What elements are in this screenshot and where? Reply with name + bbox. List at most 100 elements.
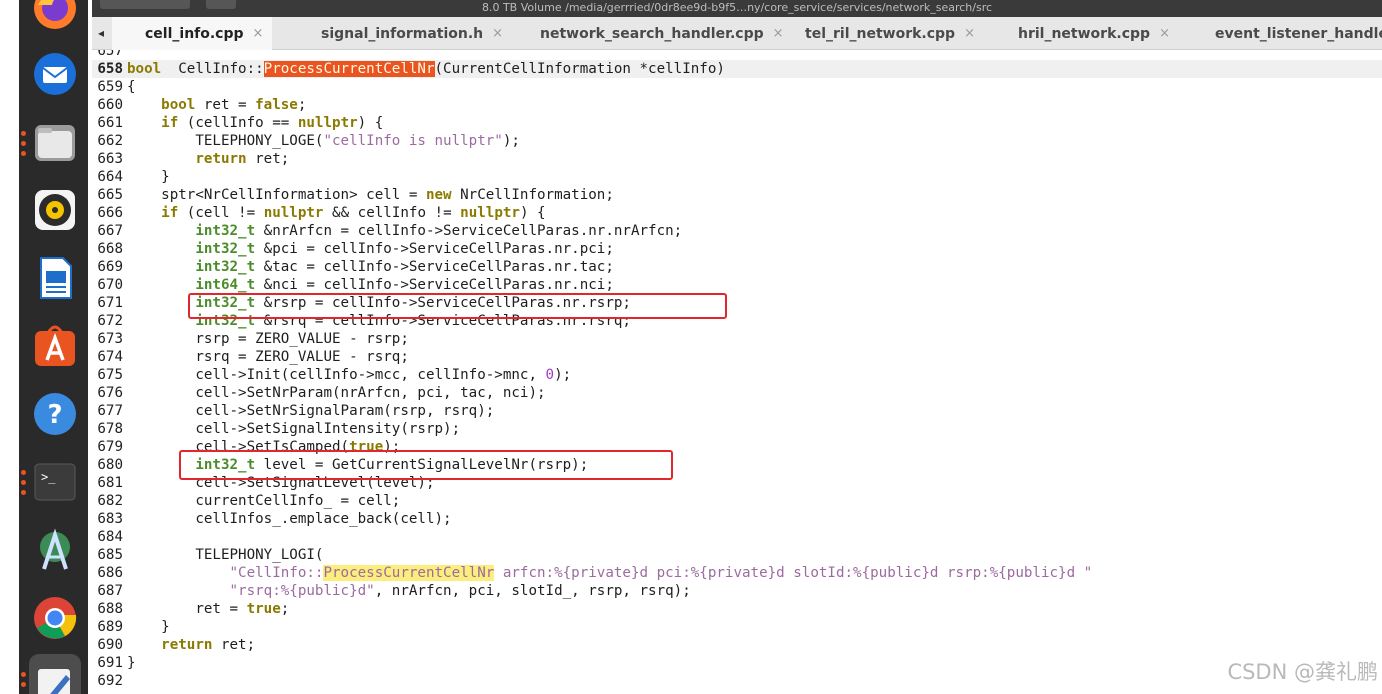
tab-signal-information-h[interactable]: signal_information.h × <box>288 17 503 50</box>
tab-hril-network-cpp[interactable]: hril_network.cpp × <box>985 17 1170 50</box>
code-line[interactable]: 687 "rsrq:%{public}d", nrArfcn, pci, slo… <box>92 582 1382 600</box>
line-number: 683 <box>97 511 123 527</box>
code-line[interactable]: 665 sptr<NrCellInformation> cell = new N… <box>92 186 1382 204</box>
code-line[interactable]: 685 TELEPHONY_LOGI( <box>92 546 1382 564</box>
code-token: } <box>127 655 136 671</box>
help-icon[interactable]: ? <box>29 388 81 440</box>
line-number: 688 <box>97 601 123 617</box>
code-text: } <box>127 618 170 636</box>
line-number: 658 <box>97 61 123 77</box>
android-studio-icon[interactable] <box>29 524 81 576</box>
code-token: { <box>127 79 136 95</box>
code-line[interactable]: 667 int32_t &nrArfcn = cellInfo->Service… <box>92 222 1382 240</box>
code-line[interactable]: 666 if (cell != nullptr && cellInfo != n… <box>92 204 1382 222</box>
code-token: } <box>127 619 170 635</box>
line-number: 681 <box>97 475 123 491</box>
line-number: 678 <box>97 421 123 437</box>
code-line[interactable]: 686 "CellInfo::ProcessCurrentCellNr arfc… <box>92 564 1382 582</box>
code-line[interactable]: 691} <box>92 654 1382 672</box>
code-token: (cell != <box>178 205 264 221</box>
line-number: 659 <box>97 79 123 95</box>
code-line[interactable]: 689 } <box>92 618 1382 636</box>
code-line[interactable]: 688 ret = true; <box>92 600 1382 618</box>
code-text: } <box>127 654 136 672</box>
chrome-icon[interactable] <box>29 592 81 644</box>
tab-close-icon[interactable]: × <box>1159 26 1170 41</box>
code-line[interactable]: 677 cell->SetNrSignalParam(rsrp, rsrq); <box>92 402 1382 420</box>
code-token: ProcessCurrentCellNr <box>323 565 495 581</box>
code-line[interactable]: 657 <box>92 50 1382 60</box>
code-line[interactable]: 673 rsrp = ZERO_VALUE - rsrp; <box>92 330 1382 348</box>
code-line[interactable]: 658 bool CellInfo::ProcessCurrentCellNr(C… <box>92 60 1382 78</box>
code-token: int64_t <box>195 277 256 293</box>
tab-network-search-handler-cpp[interactable]: network_search_handler.cpp × <box>507 17 784 50</box>
code-text: ret = true; <box>127 600 289 618</box>
code-line[interactable]: 678 cell->SetSignalIntensity(rsrp); <box>92 420 1382 438</box>
tab-scroll-left-icon[interactable]: ◂ <box>98 26 104 40</box>
line-number: 661 <box>97 115 123 131</box>
code-text: cell->SetSignalIntensity(rsrp); <box>127 420 460 438</box>
line-number: 690 <box>97 637 123 653</box>
code-line[interactable]: 668 int32_t &pci = cellInfo->ServiceCell… <box>92 240 1382 258</box>
files-icon[interactable] <box>29 116 81 168</box>
code-line[interactable]: 662 TELEPHONY_LOGE("cellInfo is nullptr"… <box>92 132 1382 150</box>
code-token: rsrq = ZERO_VALUE - rsrq; <box>127 349 409 365</box>
code-text: int32_t &pci = cellInfo->ServiceCellPara… <box>127 240 614 258</box>
code-token: } <box>127 169 170 185</box>
line-number: 676 <box>97 385 123 401</box>
highlight-box-level <box>179 450 673 480</box>
libreoffice-writer-icon[interactable] <box>29 252 81 304</box>
code-line[interactable]: 676 cell->SetNrParam(nrArfcn, pci, tac, … <box>92 384 1382 402</box>
terminal-icon[interactable]: >_ <box>29 456 81 508</box>
code-line[interactable]: 683 cellInfos_.emplace_back(cell); <box>92 510 1382 528</box>
code-line[interactable]: 661 if (cellInfo == nullptr) { <box>92 114 1382 132</box>
watermark: CSDN @龚礼鹏 <box>1227 660 1378 684</box>
code-line[interactable]: 690 return ret; <box>92 636 1382 654</box>
code-line[interactable]: 675 cell->Init(cellInfo->mcc, cellInfo->… <box>92 366 1382 384</box>
code-line[interactable]: 663 return ret; <box>92 150 1382 168</box>
tab-event-listener-handler-cp[interactable]: event_listener_handler.cp <box>1182 17 1382 50</box>
thunderbird-icon[interactable] <box>29 48 81 100</box>
code-token: "cellInfo is nullptr" <box>323 133 503 149</box>
code-token: int32_t <box>195 259 256 275</box>
firefox-icon[interactable] <box>29 0 81 34</box>
code-line[interactable]: 659{ <box>92 78 1382 96</box>
tab-label: network_search_handler.cpp <box>540 25 764 42</box>
tab-label: tel_ril_network.cpp <box>805 25 956 42</box>
code-text: "CellInfo::ProcessCurrentCellNr arfcn:%{… <box>127 564 1092 582</box>
rhythmbox-icon[interactable] <box>29 184 81 236</box>
line-number: 660 <box>97 97 123 113</box>
code-token: ret = <box>195 97 256 113</box>
line-number: 682 <box>97 493 123 509</box>
code-line[interactable]: 660 bool ret = false; <box>92 96 1382 114</box>
code-line[interactable]: 664 } <box>92 168 1382 186</box>
code-line[interactable]: 674 rsrq = ZERO_VALUE - rsrq; <box>92 348 1382 366</box>
line-number: 677 <box>97 403 123 419</box>
text-editor-icon[interactable] <box>29 654 81 694</box>
line-number: 679 <box>97 439 123 455</box>
code-line[interactable]: 669 int32_t &tac = cellInfo->ServiceCell… <box>92 258 1382 276</box>
code-token: ret; <box>246 151 290 167</box>
code-line[interactable]: 670 int64_t &nci = cellInfo->ServiceCell… <box>92 276 1382 294</box>
line-number: 670 <box>97 277 123 293</box>
tab-close-icon[interactable]: × <box>492 26 503 41</box>
line-number: 668 <box>97 241 123 257</box>
code-text: return ret; <box>127 636 255 654</box>
code-line[interactable]: 692 <box>92 672 1382 690</box>
code-editor[interactable]: 657 658 bool CellInfo::ProcessCurrentCellN… <box>92 50 1382 694</box>
svg-text:?: ? <box>47 400 62 430</box>
code-token: nullptr <box>460 205 520 221</box>
tab-cell-info-cpp[interactable]: cell_info.cpp × <box>112 17 272 50</box>
tab-close-icon[interactable]: × <box>253 26 264 41</box>
code-text: { <box>127 78 136 96</box>
app-center-icon[interactable] <box>29 320 81 372</box>
tab-tel-ril-network-cpp[interactable]: tel_ril_network.cpp × <box>772 17 975 50</box>
code-line[interactable]: 682 currentCellInfo_ = cell; <box>92 492 1382 510</box>
code-line[interactable]: 684 <box>92 528 1382 546</box>
tab-close-icon[interactable]: × <box>964 26 975 41</box>
